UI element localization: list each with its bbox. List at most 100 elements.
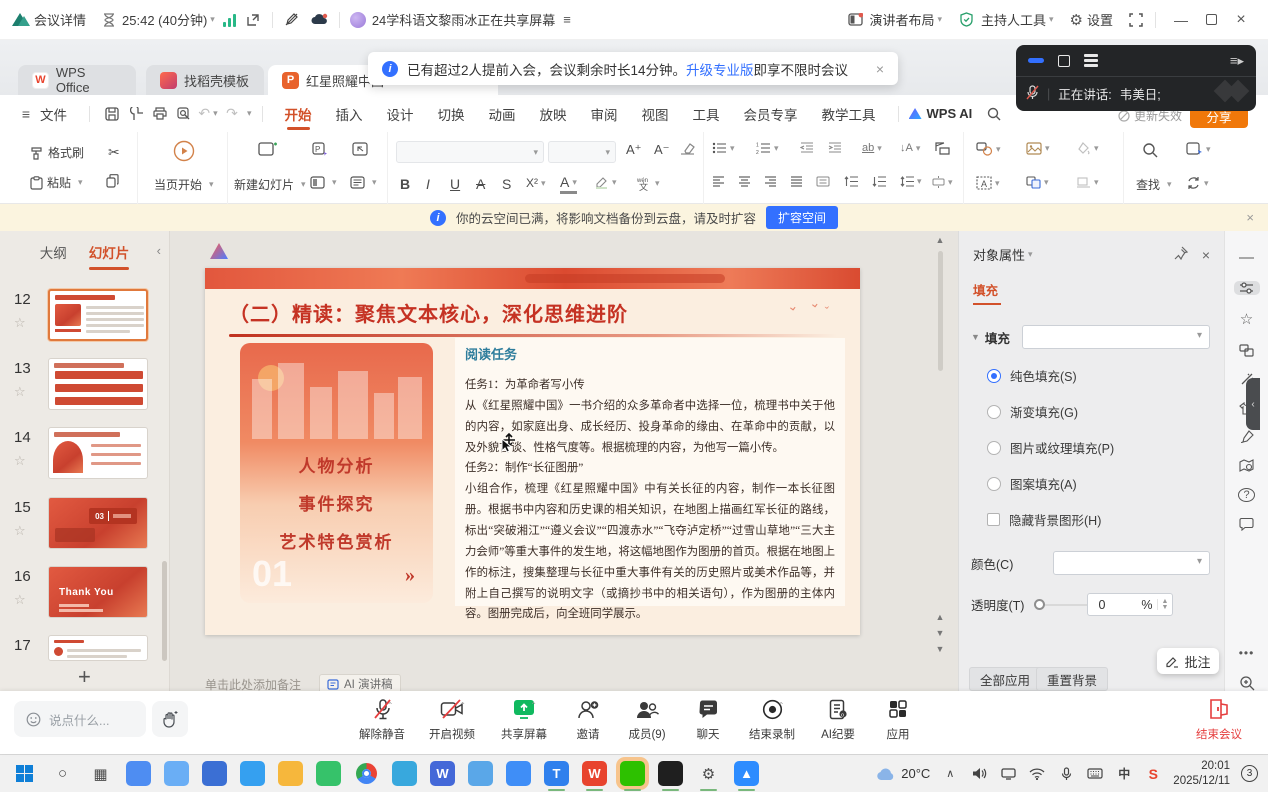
fill-color-button[interactable]: ▾ [1076, 142, 1099, 155]
app-media-blue[interactable] [468, 761, 493, 786]
collapse-panel-icon[interactable]: ‹ [157, 243, 161, 258]
opacity-slider-track[interactable] [1045, 604, 1087, 606]
layout-dropdown[interactable]: ▾ [310, 176, 337, 189]
slide-thumb-17[interactable]: 17 [0, 635, 170, 663]
underline-button[interactable]: U [450, 176, 460, 192]
text-direction-button[interactable]: ab▾ [862, 142, 882, 154]
ai-minutes-button[interactable]: o AI纪要 [806, 697, 870, 742]
align-left-icon[interactable] [712, 176, 725, 187]
star-icon[interactable]: ☆ [14, 523, 26, 539]
opacity-slider-knob[interactable] [1034, 599, 1045, 610]
slide-layout-icon[interactable]: P [312, 142, 328, 157]
overlay-window-icon[interactable] [1058, 55, 1070, 67]
color-select[interactable] [1053, 551, 1210, 575]
bold-button[interactable]: B [400, 176, 410, 192]
strikethrough-button[interactable]: A [476, 176, 485, 192]
menu-view[interactable]: 视图 [630, 97, 681, 131]
menu-transition[interactable]: 切换 [426, 97, 477, 131]
increase-indent-icon[interactable] [828, 142, 842, 154]
cloud-notice-close-icon[interactable]: × [1246, 210, 1254, 225]
stop-record-button[interactable]: ⌃ 结束录制 [740, 697, 804, 742]
collapse-sidebar-tab[interactable]: ‹ [1246, 378, 1260, 430]
fill-tab[interactable]: 填充 [973, 280, 1001, 299]
panel-title[interactable]: 对象属性 [973, 245, 1025, 264]
chat-input[interactable]: 说点什么... [14, 701, 146, 737]
convert-smartart-icon[interactable] [934, 142, 950, 155]
panel-scrollbar[interactable] [162, 561, 167, 661]
wps-ai-button[interactable]: WPS AI [909, 106, 973, 121]
paste-button[interactable]: 粘贴▾ [30, 174, 83, 191]
overlay-minimize-icon[interactable] [1028, 58, 1044, 63]
save-icon[interactable] [100, 102, 124, 126]
map-search-icon[interactable] [1234, 459, 1260, 473]
increase-font-icon[interactable]: A⁺ [626, 142, 642, 158]
slide-text-block[interactable]: 阅读任务 任务1：为革命者写小传 从《红星照耀中国》一书介绍的众多革命者中选择一… [455, 338, 845, 606]
opacity-value-box[interactable]: 0 % ▲▼ [1087, 593, 1173, 616]
radio-icon[interactable] [987, 477, 1001, 491]
notification-badge[interactable]: 3 [1241, 765, 1258, 782]
meeting-detail-button[interactable]: 会议详情 [34, 10, 86, 29]
mic-tray-icon[interactable] [1057, 765, 1075, 783]
volume-icon[interactable] [970, 765, 988, 783]
settings-gear-icon[interactable]: ⚙ [696, 761, 721, 786]
redo-icon[interactable]: ↷ [220, 102, 244, 126]
slide-thumb-14[interactable]: 14 ☆ [0, 427, 170, 483]
slide-thumb-13[interactable]: 13 ☆ [0, 358, 170, 414]
slide-12[interactable]: （二）精读：聚焦文本核心，深化思维进阶 ⌄ ⌄ˬ 人物分析 事件探究 艺术特色赏… [205, 268, 860, 635]
menu-home[interactable]: 开始 [273, 97, 324, 131]
line-spacing-down-icon[interactable] [872, 176, 886, 187]
find-icon[interactable] [1142, 142, 1158, 158]
chat-button[interactable]: 聊天 [676, 697, 740, 742]
wifi-icon[interactable] [1028, 765, 1046, 783]
wps-assistant-icon[interactable] [210, 243, 228, 259]
app-compass-blue[interactable] [506, 761, 531, 786]
decrease-font-icon[interactable]: A⁻ [654, 142, 670, 158]
selection-pane-button[interactable]: ▾ [1186, 142, 1211, 156]
add-slide-button[interactable]: + [78, 664, 91, 690]
settings-button[interactable]: 设置 [1087, 10, 1113, 29]
panel-title-chevron-icon[interactable]: ▾ [1028, 249, 1033, 260]
new-slide-button[interactable]: 新建幻灯片▾ [234, 176, 306, 193]
vertical-text-button[interactable]: ↓A▾ [900, 142, 920, 154]
meeting-app-icon[interactable]: ▲ [734, 761, 759, 786]
line-spacing-button[interactable]: ▾ [900, 176, 922, 187]
copy-icon[interactable] [106, 174, 119, 188]
reset-slide-icon[interactable] [352, 142, 368, 156]
meeting-duration[interactable]: 25:42 (40分钟) [122, 10, 207, 29]
unmute-button[interactable]: ⌃ 解除静音 [350, 697, 414, 742]
tray-chevron-icon[interactable]: ∧ [941, 765, 959, 783]
star-icon[interactable]: ☆ [14, 592, 26, 608]
font-family-select[interactable]: ▾ [396, 141, 544, 163]
invite-button[interactable]: 邀请 [556, 697, 620, 742]
spinner-icons[interactable]: ▲▼ [1157, 599, 1169, 610]
task-view-icon[interactable]: ▦ [88, 761, 113, 786]
minimize-button[interactable]: — [1166, 7, 1196, 33]
app-folder-blue[interactable] [164, 761, 189, 786]
radio-icon[interactable] [987, 405, 1001, 419]
app-telegram[interactable] [392, 761, 417, 786]
paragraph-spacing-button[interactable]: ▾ [932, 176, 953, 188]
text-box-button[interactable]: A▾ [976, 176, 1000, 190]
search-icon[interactable] [982, 102, 1006, 126]
pinyin-guide-button[interactable]: wén文▾ [636, 176, 660, 191]
duration-chevron-icon[interactable]: ▾ [210, 14, 215, 25]
wechat-icon[interactable] [620, 761, 645, 786]
menu-review[interactable]: 审阅 [579, 97, 630, 131]
ink-brush-icon[interactable] [1234, 430, 1260, 444]
print-preview-icon[interactable] [172, 102, 196, 126]
end-meeting-button[interactable]: 结束会议 [1184, 697, 1254, 742]
distribute-icon[interactable] [816, 176, 830, 187]
option-solid-fill[interactable]: 纯色填充(S) [987, 366, 1224, 385]
radio-selected-icon[interactable] [987, 369, 1001, 383]
section-caret-icon[interactable]: ▼ [971, 332, 980, 342]
tab-slides[interactable]: 幻灯片 [89, 242, 130, 262]
numbering-button[interactable]: 12▾ [756, 142, 779, 154]
star-effects-icon[interactable]: ☆ [1234, 310, 1260, 328]
comment-button[interactable]: 批注 [1157, 648, 1219, 674]
menu-tools[interactable]: 工具 [681, 97, 732, 131]
shapes-panel-icon[interactable] [1234, 343, 1260, 357]
qq-icon[interactable] [658, 761, 683, 786]
touch-keyboard-icon[interactable] [1086, 765, 1104, 783]
start-video-button[interactable]: ⌃ 开启视频 [420, 697, 484, 742]
tab-outline[interactable]: 大纲 [40, 242, 67, 262]
